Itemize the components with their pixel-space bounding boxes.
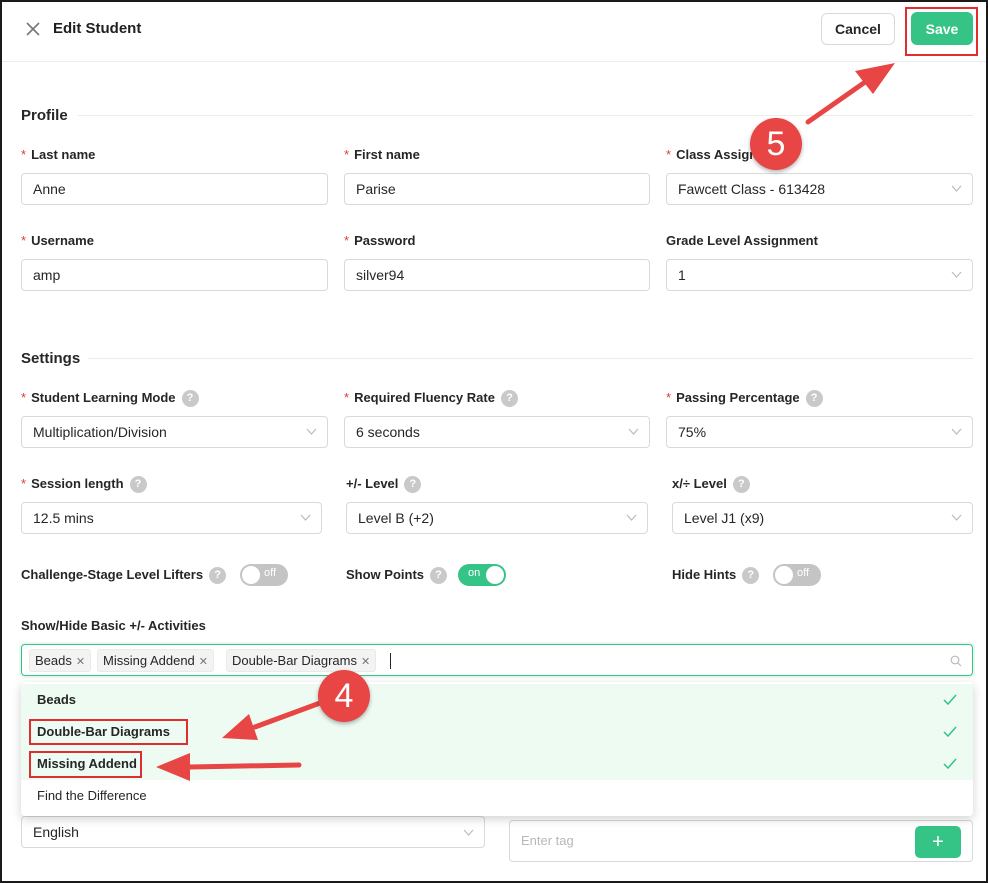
page-title: Edit Student bbox=[53, 20, 142, 37]
level-lifters-toggle[interactable]: off bbox=[240, 564, 288, 586]
session-length-select[interactable]: 12.5 mins bbox=[21, 502, 322, 534]
toggle-state-text: on bbox=[468, 567, 481, 579]
fluency-rate-select[interactable]: 6 seconds bbox=[344, 416, 650, 448]
grade-level-value: 1 bbox=[678, 267, 686, 283]
language-value: English bbox=[33, 824, 79, 840]
help-icon[interactable]: ? bbox=[742, 567, 760, 584]
option-find-the-difference[interactable]: Find the Difference bbox=[21, 780, 973, 812]
session-length-value: 12.5 mins bbox=[33, 510, 94, 526]
option-missing-addend[interactable]: Missing Addend bbox=[21, 748, 973, 780]
times-div-level-label: x/÷ Level? bbox=[672, 476, 750, 493]
activity-tag: Missing Addend ✕ bbox=[97, 649, 214, 672]
grade-level-select[interactable]: 1 bbox=[666, 259, 973, 291]
chevron-down-icon bbox=[951, 271, 962, 278]
activities-multiselect[interactable]: Beads ✕ Missing Addend ✕ Double-Bar Diagra… bbox=[21, 644, 973, 676]
help-icon[interactable]: ? bbox=[129, 476, 147, 493]
passing-percentage-label: * Passing Percentage? bbox=[666, 390, 823, 407]
chevron-down-icon bbox=[951, 185, 962, 192]
first-name-field[interactable]: Parise bbox=[344, 173, 650, 205]
search-icon bbox=[950, 655, 962, 667]
profile-section-title: Profile bbox=[21, 107, 68, 124]
plus-minus-level-value: Level B (+2) bbox=[358, 510, 434, 526]
last-name-label: * Last name bbox=[21, 147, 96, 162]
activities-label: Show/Hide Basic +/- Activities bbox=[21, 618, 206, 633]
help-icon[interactable]: ? bbox=[805, 390, 823, 407]
learning-mode-value: Multiplication/Division bbox=[33, 424, 167, 440]
remove-tag-icon[interactable]: ✕ bbox=[199, 656, 208, 668]
password-label: * Password bbox=[344, 233, 416, 248]
password-field[interactable]: silver94 bbox=[344, 259, 650, 291]
times-div-level-value: Level J1 (x9) bbox=[684, 510, 765, 526]
settings-divider bbox=[88, 358, 973, 359]
language-select[interactable]: English bbox=[21, 816, 485, 848]
profile-divider bbox=[78, 115, 973, 116]
step-4-badge: 4 bbox=[318, 670, 370, 722]
username-field[interactable]: amp bbox=[21, 259, 328, 291]
settings-section-title: Settings bbox=[21, 350, 81, 367]
username-label: * Username bbox=[21, 233, 94, 248]
option-double-bar-diagrams[interactable]: Double-Bar Diagrams bbox=[21, 716, 973, 748]
plus-minus-level-label: +/- Level? bbox=[346, 476, 422, 493]
step-5-badge: 5 bbox=[750, 118, 802, 170]
help-icon[interactable]: ? bbox=[404, 476, 422, 493]
close-icon[interactable] bbox=[24, 20, 42, 38]
learning-mode-label: * Student Learning Mode? bbox=[21, 390, 199, 407]
fluency-rate-value: 6 seconds bbox=[356, 424, 420, 440]
check-icon bbox=[943, 758, 957, 770]
activity-tag: Double-Bar Diagrams ✕ bbox=[226, 649, 377, 672]
session-length-label: * Session length? bbox=[21, 476, 147, 493]
remove-tag-icon[interactable]: ✕ bbox=[361, 656, 370, 668]
arrow-to-save bbox=[805, 63, 895, 125]
add-tag-button[interactable]: + bbox=[915, 826, 961, 858]
chevron-down-icon bbox=[306, 428, 317, 435]
show-points-label: Show Points? bbox=[346, 567, 447, 584]
fluency-rate-label: * Required Fluency Rate? bbox=[344, 390, 518, 407]
class-assignment-value: Fawcett Class - 613428 bbox=[678, 181, 826, 197]
grade-level-label: Grade Level Assignment bbox=[666, 233, 818, 248]
help-icon[interactable]: ? bbox=[732, 476, 750, 493]
passing-percentage-select[interactable]: 75% bbox=[666, 416, 973, 448]
chevron-down-icon bbox=[951, 428, 962, 435]
remove-tag-icon[interactable]: ✕ bbox=[76, 656, 85, 668]
header-bar: Edit Student Cancel Save bbox=[0, 0, 988, 62]
save-button[interactable]: Save bbox=[911, 12, 973, 45]
class-assignment-select[interactable]: Fawcett Class - 613428 bbox=[666, 173, 973, 205]
last-name-field[interactable]: Anne bbox=[21, 173, 328, 205]
help-icon[interactable]: ? bbox=[181, 390, 199, 407]
first-name-label: * First name bbox=[344, 147, 420, 162]
toggle-state-text: off bbox=[797, 567, 810, 579]
toggle-knob bbox=[242, 566, 260, 584]
plus-minus-level-select[interactable]: Level B (+2) bbox=[346, 502, 648, 534]
toggle-knob bbox=[486, 566, 504, 584]
activities-dropdown: Beads Double-Bar Diagrams Missing Addend… bbox=[21, 682, 973, 816]
option-beads[interactable]: Beads bbox=[21, 684, 973, 716]
passing-percentage-value: 75% bbox=[678, 424, 707, 440]
chevron-down-icon bbox=[628, 428, 639, 435]
help-icon[interactable]: ? bbox=[209, 567, 227, 584]
check-icon bbox=[943, 726, 957, 738]
help-icon[interactable]: ? bbox=[430, 567, 447, 584]
chevron-down-icon bbox=[300, 514, 311, 521]
hide-hints-label: Hide Hints? bbox=[672, 567, 760, 584]
toggle-state-text: off bbox=[264, 567, 277, 579]
chevron-down-icon bbox=[463, 829, 474, 836]
show-points-toggle[interactable]: on bbox=[458, 564, 506, 586]
tag-input-box: Enter tag + bbox=[509, 820, 973, 862]
chevron-down-icon bbox=[951, 514, 962, 521]
chevron-down-icon bbox=[626, 514, 637, 521]
cancel-button[interactable]: Cancel bbox=[821, 13, 895, 45]
help-icon[interactable]: ? bbox=[500, 390, 518, 407]
check-icon bbox=[943, 694, 957, 706]
class-assignment-label: * Class Assign bbox=[666, 147, 758, 162]
times-div-level-select[interactable]: Level J1 (x9) bbox=[672, 502, 973, 534]
text-caret bbox=[390, 653, 391, 669]
hide-hints-toggle[interactable]: off bbox=[773, 564, 821, 586]
learning-mode-select[interactable]: Multiplication/Division bbox=[21, 416, 328, 448]
level-lifters-label: Challenge-Stage Level Lifters? bbox=[21, 567, 227, 584]
toggle-knob bbox=[775, 566, 793, 584]
activity-tag: Beads ✕ bbox=[29, 649, 92, 672]
tag-input[interactable]: Enter tag bbox=[521, 833, 574, 848]
